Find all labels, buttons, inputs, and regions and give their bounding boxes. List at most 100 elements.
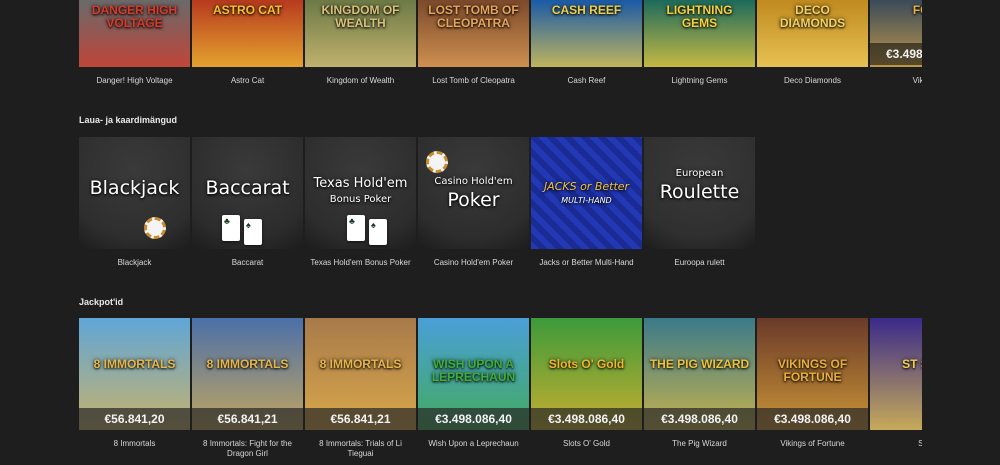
game-logo: Slots O' Gold — [548, 357, 625, 371]
game-logo: KINGDOM OF WEALTH — [321, 3, 400, 30]
game-tile[interactable]: THE PIG WIZARD €3.498.086,40 The Pig Wizar… — [644, 318, 755, 459]
game-tile[interactable]: LIGHTNING GEMS Lightning Gems — [644, 0, 755, 86]
game-name: Kingdom of Wealth — [326, 76, 395, 85]
game-name: 8 Immortals — [113, 439, 156, 448]
game-name: 8 Immortals: Fight for the Dragon Girl — [203, 439, 292, 458]
game-logo-subtitle: Bonus Poker — [329, 194, 392, 205]
game-tile[interactable]: Baccarat ♣ ♠ Baccarat — [192, 137, 303, 268]
game-logo: Texas Hold'em — [313, 176, 408, 191]
game-thumbnail[interactable]: Blackjack — [79, 137, 190, 249]
game-tile[interactable]: Roulette European Euroopa rulett — [644, 137, 755, 268]
game-thumbnail[interactable]: LIGHTNING GEMS — [644, 0, 755, 67]
game-tile[interactable]: WISH UPON A LEPRECHAUN €3.498.086,40 Wish … — [418, 318, 529, 459]
game-thumbnail[interactable]: Roulette European — [644, 137, 755, 249]
game-thumbnail[interactable]: 8 IMMORTALS €56.841,21 — [305, 318, 416, 430]
game-tile[interactable]: KINGDOM OF WEALTH Kingdom of Wealth — [305, 0, 416, 86]
game-tile[interactable]: Texas Hold'em Bonus Poker ♣ ♠ Texas Hold'em … — [305, 137, 416, 268]
game-artwork — [531, 137, 642, 249]
game-name: Danger! High Voltage — [96, 76, 173, 85]
game-name: Cash Reef — [567, 76, 606, 85]
game-tile[interactable]: DECO DIAMONDS Deco Diamonds — [757, 0, 868, 86]
game-logo: Roulette — [659, 181, 740, 203]
jackpot-amount: €56.841,21 — [192, 408, 303, 430]
game-name: 8 Immortals: Trials of Li Tieguai — [319, 439, 402, 458]
page-background — [922, 0, 1000, 465]
game-name: The Pig Wizard — [672, 439, 727, 448]
game-tile[interactable]: DANGER HIGH VOLTAGE Danger! High Voltage — [79, 0, 190, 86]
game-logo: ASTRO CAT — [212, 3, 283, 17]
game-logo: Blackjack — [89, 177, 180, 199]
game-thumbnail[interactable]: DECO DIAMONDS — [757, 0, 868, 67]
game-logo-subtitle: MULTI-HAND — [561, 196, 612, 205]
game-tile[interactable]: CASH REEF Cash Reef — [531, 0, 642, 86]
playing-card-icon: ♠ — [369, 219, 387, 245]
jackpot-amount: €3.498.086,40 — [757, 408, 868, 430]
game-logo: 8 IMMORTALS — [206, 357, 289, 371]
jackpot-amount: €56.841,21 — [305, 408, 416, 430]
game-thumbnail[interactable]: VIKINGS OF FORTUNE €3.498.086,40 — [757, 318, 868, 430]
game-tile[interactable]: Poker Casino Hold'em Casino Hold'em Poker — [418, 137, 529, 268]
game-tile[interactable]: Blackjack Blackjack — [79, 137, 190, 268]
game-logo: CASH REEF — [551, 3, 622, 17]
game-thumbnail[interactable]: LOST TOMB OF CLEOPATRA — [418, 0, 529, 67]
game-name: Vikings of Fortune — [780, 439, 845, 448]
game-logo-subtitle: Casino Hold'em — [434, 176, 513, 187]
game-tile[interactable]: JACKS or Better MULTI-HAND Jacks or Better… — [531, 137, 642, 268]
playing-card-icon: ♣ — [347, 215, 365, 241]
game-logo: DECO DIAMONDS — [779, 3, 846, 30]
game-logo: 8 IMMORTALS — [319, 357, 402, 371]
table-games-row: Blackjack Blackjack Baccarat ♣ ♠ Baccarat Texa… — [79, 137, 755, 268]
game-logo: VIKINGS OF FORTUNE — [777, 357, 848, 384]
game-name: Baccarat — [231, 258, 264, 267]
game-logo: DANGER HIGH VOLTAGE — [91, 3, 178, 30]
game-name: Texas Hold'em Bonus Poker — [310, 258, 411, 267]
jackpot-amount: €3.498.086,40 — [644, 408, 755, 430]
game-logo-subtitle: European — [675, 168, 724, 179]
jackpot-amount: €3.498.086,40 — [531, 408, 642, 430]
game-thumbnail[interactable]: THE PIG WIZARD €3.498.086,40 — [644, 318, 755, 430]
game-thumbnail[interactable]: Slots O' Gold €3.498.086,40 — [531, 318, 642, 430]
section-title-jackpots: Jackpot'id — [79, 297, 124, 307]
jackpot-amount: €56.841,20 — [79, 408, 190, 430]
game-thumbnail[interactable]: WISH UPON A LEPRECHAUN €3.498.086,40 — [418, 318, 529, 430]
game-thumbnail[interactable]: 8 IMMORTALS €56.841,20 — [79, 318, 190, 430]
game-tile[interactable]: 8 IMMORTALS €56.841,20 8 Immortals — [79, 318, 190, 459]
game-thumbnail[interactable]: Poker Casino Hold'em — [418, 137, 529, 249]
game-thumbnail[interactable]: DANGER HIGH VOLTAGE — [79, 0, 190, 67]
game-thumbnail[interactable]: CASH REEF — [531, 0, 642, 67]
game-tile[interactable]: VIKINGS OF FORTUNE €3.498.086,40 Vikings o… — [757, 318, 868, 459]
game-thumbnail[interactable]: KINGDOM OF WEALTH — [305, 0, 416, 67]
game-tile[interactable]: LOST TOMB OF CLEOPATRA Lost Tomb of Cleop… — [418, 0, 529, 86]
game-name: Slots O' Gold — [563, 439, 610, 448]
playing-card-icon: ♠ — [244, 219, 262, 245]
game-logo: LIGHTNING GEMS — [666, 3, 733, 30]
game-thumbnail[interactable]: JACKS or Better MULTI-HAND — [531, 137, 642, 249]
game-name: Blackjack — [117, 258, 152, 267]
top-games-row: DANGER HIGH VOLTAGE Danger! High Voltage A… — [79, 0, 981, 86]
game-name: Casino Hold'em Poker — [433, 258, 514, 267]
game-logo: THE PIG WIZARD — [649, 357, 750, 371]
game-thumbnail[interactable]: Baccarat ♣ ♠ — [192, 137, 303, 249]
game-thumbnail[interactable]: 8 IMMORTALS €56.841,21 — [192, 318, 303, 430]
jackpot-games-row: 8 IMMORTALS €56.841,20 8 Immortals 8 IMMORT… — [79, 318, 981, 459]
game-logo: 8 IMMORTALS — [93, 357, 176, 371]
casino-chip-icon — [144, 217, 166, 239]
game-thumbnail[interactable]: Texas Hold'em Bonus Poker ♣ ♠ — [305, 137, 416, 249]
game-thumbnail[interactable]: ASTRO CAT — [192, 0, 303, 67]
game-name: Wish Upon a Leprechaun — [428, 439, 519, 448]
jackpot-amount: €3.498.086,40 — [418, 408, 529, 430]
game-name: Lightning Gems — [671, 76, 728, 85]
section-title-table-games: Laua- ja kaardimängud — [79, 115, 178, 125]
game-name: Jacks or Better Multi-Hand — [539, 258, 634, 267]
game-tile[interactable]: 8 IMMORTALS €56.841,21 8 Immortals: Trials… — [305, 318, 416, 459]
game-name: Astro Cat — [230, 76, 265, 85]
game-tile[interactable]: 8 IMMORTALS €56.841,21 8 Immortals: Fight … — [192, 318, 303, 459]
game-logo: WISH UPON A LEPRECHAUN — [431, 357, 516, 384]
game-tile[interactable]: ASTRO CAT Astro Cat — [192, 0, 303, 86]
game-logo: JACKS or Better — [543, 180, 630, 193]
game-logo: LOST TOMB OF CLEOPATRA — [428, 3, 519, 30]
game-tile[interactable]: Slots O' Gold €3.498.086,40 Slots O' Gold — [531, 318, 642, 459]
game-name: Deco Diamonds — [784, 76, 841, 85]
game-name: Lost Tomb of Cleopatra — [432, 76, 515, 85]
game-name: Euroopa rulett — [674, 258, 725, 267]
